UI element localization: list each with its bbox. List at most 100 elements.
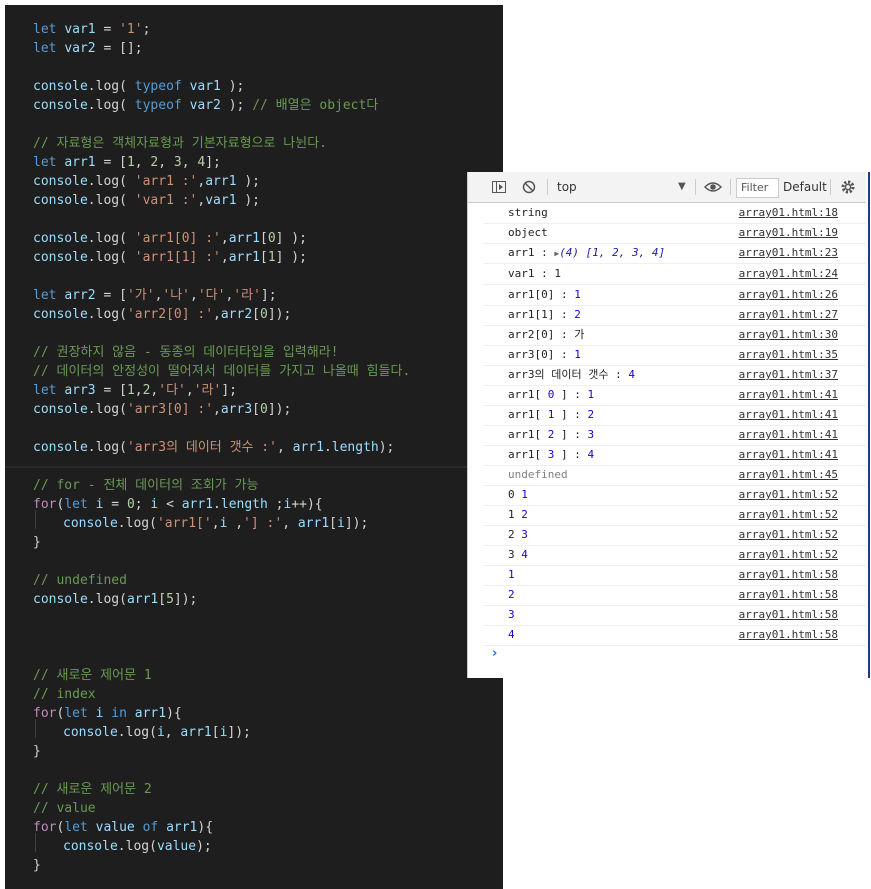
code-editor[interactable]: let var1 = '1'; let var2 = []; console.l…: [5, 5, 503, 889]
message-number: 3: [587, 428, 595, 441]
code-token: arr1: [228, 250, 260, 265]
code-line[interactable]: }: [33, 856, 41, 875]
code-line[interactable]: // 새로운 제어문 2: [33, 780, 152, 799]
code-token: console: [33, 79, 88, 94]
source-link[interactable]: array01.html:19: [739, 223, 838, 243]
code-line[interactable]: console.log('arr1[',i ,'] :', arr1[i]);: [63, 514, 368, 533]
code-line[interactable]: for(let i in arr1){: [33, 704, 182, 723]
source-link[interactable]: array01.html:52: [739, 545, 838, 565]
console-prompt-chevron-icon[interactable]: ›: [492, 646, 497, 661]
code-line[interactable]: // 자료형은 객체자료형과 기본자료형으로 나뉜다.: [33, 134, 327, 153]
source-link[interactable]: array01.html:26: [739, 285, 838, 305]
code-token: =: [95, 22, 120, 37]
source-link[interactable]: array01.html:52: [739, 525, 838, 545]
source-link[interactable]: array01.html:52: [739, 485, 838, 505]
code-line[interactable]: for(let i = 0; i < arr1.length ;i++){: [33, 495, 323, 514]
code-line[interactable]: }: [33, 533, 41, 552]
code-token: .: [117, 516, 126, 531]
code-line[interactable]: console.log(arr1[5]);: [33, 590, 197, 609]
code-token: let: [64, 820, 96, 835]
code-line[interactable]: console.log( typeof var2 ); // 배열은 objec…: [33, 96, 378, 115]
code-line[interactable]: console.log( 'arr1 :',arr1 );: [33, 172, 260, 191]
array-preview[interactable]: (4) [1, 2, 3, 4]: [559, 246, 665, 259]
source-link[interactable]: array01.html:58: [739, 605, 838, 625]
code-token: ];: [221, 383, 237, 398]
code-line[interactable]: console.log( 'arr1[0] :',arr1[0] );: [33, 229, 307, 248]
code-line[interactable]: // index: [33, 685, 96, 704]
source-link[interactable]: array01.html:23: [739, 243, 838, 263]
source-link[interactable]: array01.html:18: [739, 203, 838, 223]
console-message-row[interactable]: arr1 : ▶(4) [1, 2, 3, 4] array01.html:23: [484, 243, 866, 264]
source-link[interactable]: array01.html:24: [739, 264, 838, 284]
code-token: 'var1 :': [134, 193, 198, 208]
source-link[interactable]: array01.html:58: [739, 585, 838, 605]
source-link[interactable]: array01.html:52: [739, 505, 838, 525]
dropdown-arrow-icon[interactable]: ▼: [678, 172, 686, 202]
code-line[interactable]: console.log('arr3[0] :',arr3[0]);: [33, 400, 291, 419]
code-comment: // value: [33, 801, 96, 816]
source-link[interactable]: array01.html:37: [739, 365, 838, 385]
code-token: (: [119, 79, 135, 94]
source-link[interactable]: array01.html:58: [739, 625, 838, 645]
code-token: (: [119, 440, 127, 455]
code-line[interactable]: // value: [33, 799, 96, 818]
message-number: 2: [574, 308, 581, 321]
code-line[interactable]: let arr1 = [1, 2, 3, 4];: [33, 153, 221, 172]
code-line[interactable]: for(let value of arr1){: [33, 818, 213, 837]
context-selector[interactable]: top: [557, 172, 577, 202]
source-link[interactable]: array01.html:45: [739, 465, 838, 485]
console-message-row: 4 array01.html:58: [484, 625, 866, 646]
code-line[interactable]: let var1 = '1';: [33, 20, 150, 39]
code-line[interactable]: // undefined: [33, 571, 127, 590]
code-token: = [: [95, 288, 127, 303]
code-token: log: [95, 174, 120, 189]
source-link[interactable]: array01.html:58: [739, 565, 838, 585]
code-token: console: [33, 250, 88, 265]
code-line[interactable]: let arr2 = ['가','나','다','라'];: [33, 286, 277, 305]
code-line[interactable]: // 데이터의 안정성이 떨어져서 데이터를 가지고 나올때 힘들다.: [33, 362, 410, 381]
code-line[interactable]: console.log( 'arr1[1] :',arr1[1] );: [33, 248, 307, 267]
message-number: 2: [587, 408, 595, 421]
code-token: console: [63, 839, 118, 854]
message-number: 1: [587, 388, 595, 401]
code-token: (: [149, 839, 157, 854]
code-token: ,: [220, 231, 229, 246]
code-comment: // for - 전체 데이터의 조회가 가능: [33, 478, 259, 493]
code-line[interactable]: // for - 전체 데이터의 조회가 가능: [33, 476, 258, 495]
source-link[interactable]: array01.html:41: [739, 405, 838, 425]
code-line[interactable]: console.log('arr2[0] :',arr2[0]);: [33, 305, 291, 324]
source-link[interactable]: array01.html:41: [739, 425, 838, 445]
code-line[interactable]: console.log( 'var1 :',var1 );: [33, 191, 260, 210]
source-link[interactable]: array01.html:27: [739, 305, 838, 325]
code-line[interactable]: console.log(value);: [63, 837, 212, 856]
source-link[interactable]: array01.html:30: [739, 325, 838, 345]
code-line[interactable]: // 권장하지 않음 - 동종의 데이터타입을 입력해라!: [33, 343, 339, 362]
console-message-row: arr3의 데이터 갯수 : 4 array01.html:37: [484, 365, 866, 386]
code-line[interactable]: console.log('arr3의 데이터 갯수 :', arr1.lengt…: [33, 438, 394, 457]
log-levels-dropdown[interactable]: Default: [783, 172, 827, 202]
code-line[interactable]: }: [33, 742, 41, 761]
console-message: arr1 : ▶(4) [1, 2, 3, 4]: [508, 243, 665, 264]
code-line[interactable]: console.log( typeof var1 );: [33, 77, 244, 96]
source-link[interactable]: array01.html:41: [739, 385, 838, 405]
code-token: =: [103, 497, 127, 512]
source-link[interactable]: array01.html:41: [739, 445, 838, 465]
live-expression-eye-icon[interactable]: [704, 172, 722, 202]
code-line[interactable]: let var2 = [];: [33, 39, 143, 58]
code-token: let: [33, 155, 65, 170]
clear-console-icon[interactable]: [521, 172, 537, 202]
sidebar-toggle-icon[interactable]: [491, 172, 507, 202]
message-label: arr1[: [508, 448, 548, 461]
code-line[interactable]: // 새로운 제어문 1: [33, 666, 152, 685]
console-message: 2: [508, 588, 515, 601]
code-token: (: [119, 250, 135, 265]
source-link[interactable]: array01.html:35: [739, 345, 838, 365]
filter-input[interactable]: Filter: [736, 178, 779, 198]
message-number: 1: [521, 488, 528, 501]
code-line[interactable]: console.log(i, arr1[i]);: [63, 723, 251, 742]
code-line[interactable]: let arr3 = [1,2,'다','라'];: [33, 381, 237, 400]
console-message: 3: [508, 608, 515, 621]
code-token: log: [95, 592, 120, 607]
code-token: <: [158, 497, 182, 512]
settings-gear-icon[interactable]: [840, 172, 856, 202]
